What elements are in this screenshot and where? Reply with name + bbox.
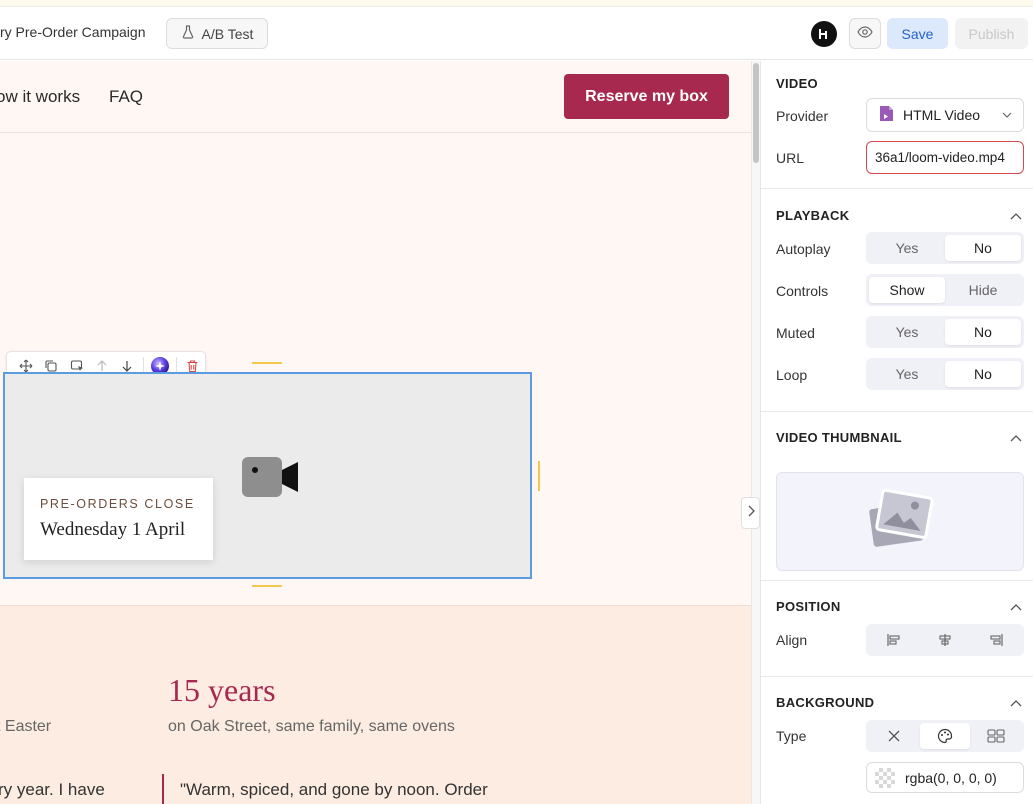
align-label: Align <box>776 632 808 648</box>
muted-no-option[interactable]: No <box>945 319 1021 345</box>
controls-hide-option[interactable]: Hide <box>945 277 1021 303</box>
chevron-up-icon[interactable] <box>1009 208 1023 226</box>
left-body-text: ry year. I have <box>0 780 105 799</box>
chevron-up-icon[interactable] <box>1009 599 1023 617</box>
background-color-value: rgba(0, 0, 0, 0) <box>905 769 997 786</box>
scrollbar-thumb[interactable] <box>753 63 759 163</box>
collapse-panel-button[interactable] <box>741 497 760 529</box>
ab-test-button[interactable]: A/B Test <box>166 18 268 49</box>
image-placeholder-icon <box>865 488 935 555</box>
right-align-icon[interactable] <box>970 627 1021 653</box>
ab-test-label: A/B Test <box>201 25 254 42</box>
url-label: URL <box>776 150 805 166</box>
spacing-guide-top <box>252 362 282 364</box>
loop-toggle: Yes No <box>866 358 1024 390</box>
spacing-guide-right <box>538 461 540 491</box>
chevron-right-icon <box>747 504 755 522</box>
flask-icon <box>181 25 195 42</box>
muted-toggle: Yes No <box>866 316 1024 348</box>
stat-left-subtitle: t Easter <box>0 718 52 735</box>
spacing-guide-bottom <box>252 585 282 587</box>
position-section-title: POSITION <box>776 599 841 614</box>
loop-no-option[interactable]: No <box>945 361 1021 387</box>
url-input[interactable] <box>866 141 1024 174</box>
canvas-scrollbar[interactable] <box>751 61 760 804</box>
top-strip <box>0 0 1033 7</box>
hero-section: PRE-ORDERS CLOSE Wednesday 1 April + <box>0 133 751 632</box>
image-icon[interactable] <box>970 723 1021 749</box>
controls-label: Controls <box>776 283 829 299</box>
background-section-title: BACKGROUND <box>776 695 875 710</box>
chevron-down-icon <box>1001 108 1013 124</box>
site-navigation: ow it works FAQ Reserve my box <box>0 61 751 133</box>
brand-logo-icon[interactable] <box>811 21 837 47</box>
editor-header: ry Pre-Order Campaign A/B Test Save Publ… <box>0 7 1033 60</box>
muted-label: Muted <box>776 325 815 341</box>
publish-button[interactable]: Publish <box>955 18 1028 49</box>
eye-icon <box>857 25 873 43</box>
video-camera-icon <box>241 456 301 503</box>
file-video-icon <box>879 105 894 125</box>
palette-icon[interactable] <box>919 723 971 749</box>
loop-yes-option[interactable]: Yes <box>869 361 945 387</box>
playback-section: PLAYBACK Autoplay Yes No Controls Show H… <box>761 189 1033 412</box>
testimonial-quote: "Warm, spiced, and gone by noon. Order <box>180 780 488 799</box>
left-align-icon[interactable] <box>869 627 920 653</box>
preorder-close-date: Wednesday 1 April <box>40 519 186 540</box>
save-button[interactable]: Save <box>887 18 948 49</box>
nav-link-how-it-works[interactable]: ow it works <box>0 87 80 107</box>
stat-subtitle: on Oak Street, same family, same ovens <box>168 718 455 735</box>
muted-yes-option[interactable]: Yes <box>869 319 945 345</box>
nav-link-faq[interactable]: FAQ <box>109 87 143 107</box>
autoplay-yes-option[interactable]: Yes <box>869 235 945 261</box>
center-align-icon[interactable] <box>920 627 971 653</box>
type-label: Type <box>776 728 807 744</box>
playback-section-title: PLAYBACK <box>776 208 850 223</box>
video-element[interactable]: PRE-ORDERS CLOSE Wednesday 1 April <box>3 372 532 579</box>
preorder-close-card: PRE-ORDERS CLOSE Wednesday 1 April <box>24 478 213 560</box>
controls-toggle: Show Hide <box>866 274 1024 306</box>
background-type-toggle <box>866 720 1024 752</box>
controls-show-option[interactable]: Show <box>869 277 945 303</box>
video-section-title: VIDEO <box>776 76 818 91</box>
autoplay-label: Autoplay <box>776 241 831 257</box>
chevron-up-icon[interactable] <box>1009 430 1023 448</box>
autoplay-no-option[interactable]: No <box>945 235 1021 261</box>
loop-label: Loop <box>776 367 808 383</box>
none-icon[interactable] <box>869 723 920 749</box>
preorder-close-label: PRE-ORDERS CLOSE <box>40 497 195 511</box>
thumbnail-upload-area[interactable] <box>776 472 1024 571</box>
campaign-name[interactable]: ry Pre-Order Campaign <box>0 24 146 40</box>
background-color-field[interactable]: rgba(0, 0, 0, 0) <box>866 762 1024 793</box>
provider-value: HTML Video <box>903 107 981 123</box>
video-section: VIDEO Provider HTML Video URL <box>761 61 1033 189</box>
preview-button[interactable] <box>849 18 881 49</box>
autoplay-toggle: Yes No <box>866 232 1024 264</box>
page-canvas: ow it works FAQ Reserve my box PRE-ORDER… <box>0 61 751 804</box>
provider-label: Provider <box>776 108 829 124</box>
thumbnail-section: VIDEO THUMBNAIL <box>761 412 1033 581</box>
quote-accent-bar <box>162 774 164 804</box>
transparent-swatch-icon[interactable] <box>875 767 895 788</box>
position-section: POSITION Align <box>761 581 1033 677</box>
settings-panel: VIDEO Provider HTML Video URL PLAYBACK A… <box>760 61 1033 804</box>
chevron-up-icon[interactable] <box>1009 695 1023 713</box>
provider-select[interactable]: HTML Video <box>866 98 1024 132</box>
stats-section: t Easter 15 years on Oak Street, same fa… <box>0 605 751 804</box>
reserve-button[interactable]: Reserve my box <box>564 74 729 119</box>
stat-title: 15 years <box>168 672 276 708</box>
align-toggle <box>866 624 1024 656</box>
thumbnail-section-title: VIDEO THUMBNAIL <box>776 430 902 445</box>
